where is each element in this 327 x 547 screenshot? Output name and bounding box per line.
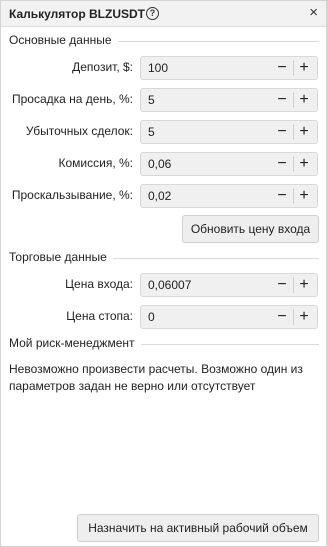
deposit-input[interactable]: 100	[148, 61, 268, 75]
entry-price-field[interactable]: 0,06007 − +	[140, 273, 318, 297]
row-deposit: Депозит, $: 100 − +	[1, 56, 326, 80]
assign-active-volume-button[interactable]: Назначить на активный рабочий объем	[77, 514, 319, 542]
section-risk: Мой риск-менеджмент	[9, 336, 319, 352]
minus-icon[interactable]: −	[271, 274, 293, 296]
row-stop-price: Цена стопа: 0 − +	[1, 305, 326, 329]
plus-icon[interactable]: +	[293, 306, 315, 328]
row-drawdown: Просадка на день, %: 5 − +	[1, 88, 326, 112]
minus-icon[interactable]: −	[271, 185, 293, 207]
stop-price-input[interactable]: 0	[148, 310, 268, 324]
window-title: Калькулятор BLZUSDT	[9, 7, 145, 21]
row-commission: Комиссия, %: 0,06 − +	[1, 152, 326, 176]
calculator-panel: Калькулятор BLZUSDT ? × Основные данные …	[0, 0, 327, 547]
commission-field[interactable]: 0,06 − +	[140, 152, 318, 176]
losing-trades-label: Убыточных сделок:	[25, 124, 133, 138]
row-losing-trades: Убыточных сделок: 5 − +	[1, 120, 326, 144]
deposit-field[interactable]: 100 − +	[140, 56, 318, 80]
section-risk-label: Мой риск-менеджмент	[9, 336, 141, 350]
risk-error-message: Невозможно произвести расчеты. Возможно …	[9, 362, 303, 393]
losing-trades-input[interactable]: 5	[148, 125, 268, 139]
drawdown-label: Просадка на день, %:	[11, 92, 133, 106]
minus-icon[interactable]: −	[271, 153, 293, 175]
section-trade-data: Торговые данные	[9, 250, 319, 266]
section-trade-label: Торговые данные	[9, 250, 113, 264]
plus-icon[interactable]: +	[293, 185, 315, 207]
plus-icon[interactable]: +	[293, 153, 315, 175]
stop-price-label: Цена стопа:	[66, 309, 133, 323]
help-icon[interactable]: ?	[146, 7, 159, 20]
slippage-label: Проскальзывание, %:	[11, 188, 133, 202]
commission-label: Комиссия, %:	[58, 156, 134, 170]
minus-icon[interactable]: −	[271, 57, 293, 79]
drawdown-input[interactable]: 5	[148, 93, 268, 107]
section-main-label: Основные данные	[9, 33, 118, 47]
drawdown-field[interactable]: 5 − +	[140, 88, 318, 112]
plus-icon[interactable]: +	[293, 57, 315, 79]
plus-icon[interactable]: +	[293, 121, 315, 143]
commission-input[interactable]: 0,06	[148, 157, 268, 171]
close-icon[interactable]: ×	[309, 5, 318, 21]
section-main-data: Основные данные	[9, 33, 319, 49]
row-slippage: Проскальзывание, %: 0,02 − +	[1, 184, 326, 208]
title-bar: Калькулятор BLZUSDT ? ×	[1, 1, 326, 27]
row-entry-price: Цена входа: 0,06007 − +	[1, 273, 326, 297]
losing-trades-field[interactable]: 5 − +	[140, 120, 318, 144]
update-entry-price-button[interactable]: Обновить цену входа	[182, 215, 319, 243]
minus-icon[interactable]: −	[271, 306, 293, 328]
stop-price-field[interactable]: 0 − +	[140, 305, 318, 329]
minus-icon[interactable]: −	[271, 121, 293, 143]
entry-price-input[interactable]: 0,06007	[148, 278, 268, 292]
minus-icon[interactable]: −	[271, 89, 293, 111]
slippage-field[interactable]: 0,02 − +	[140, 184, 318, 208]
plus-icon[interactable]: +	[293, 274, 315, 296]
deposit-label: Депозит, $:	[72, 60, 133, 74]
plus-icon[interactable]: +	[293, 89, 315, 111]
slippage-input[interactable]: 0,02	[148, 189, 268, 203]
entry-price-label: Цена входа:	[65, 277, 133, 291]
